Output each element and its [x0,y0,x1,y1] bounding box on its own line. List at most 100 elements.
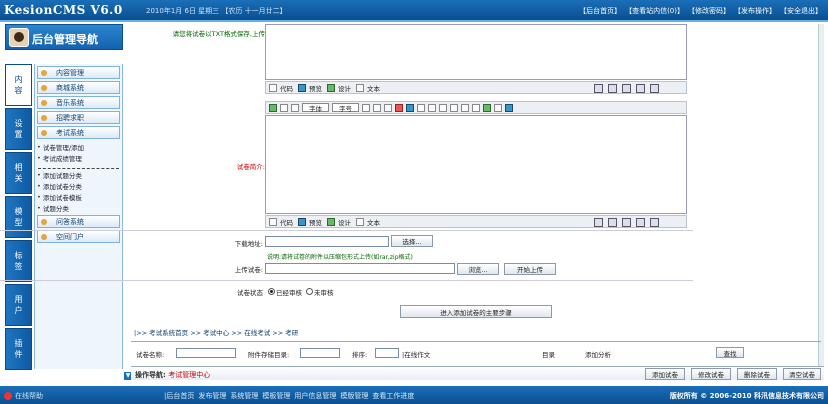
edit-paper-button[interactable]: 修改试卷 [691,368,731,380]
size-select[interactable]: 字号 [332,103,359,113]
file-hint: 请您将试卷以TXT格式保存,上传 [172,30,265,38]
filter-name-label: 试卷名称: [136,351,165,359]
folder-icon [41,84,47,91]
font-color-icon[interactable] [395,103,403,112]
sub-add-paper-cat[interactable]: 添加试卷分类 [35,180,122,191]
sub-paper-manage[interactable]: 试卷管理/添加 [35,141,122,152]
folder-icon [41,69,47,76]
shrink-icon[interactable] [650,84,659,93]
preview-icon[interactable] [298,217,306,226]
logout-link[interactable]: 【安全退出】 [780,6,822,16]
copyright: 版权所有 © 2006-2010 科汛信息技术有限公司 [669,392,824,400]
menu-exam[interactable]: 考试系统 [37,126,120,139]
sub-score-manage[interactable]: 考试成绩管理 [35,152,122,163]
attach-icon[interactable] [608,218,617,227]
menu-space[interactable]: 空间门户 [37,230,120,243]
menu-qa[interactable]: 问答系统 [37,215,120,228]
footer-link[interactable]: |后台首页 [164,391,194,401]
browse-button[interactable]: 浏览... [457,263,499,275]
fullscreen-icon[interactable] [622,84,631,93]
clear-paper-button[interactable]: 清空试卷 [783,368,821,380]
table-icon[interactable] [494,103,502,112]
tab-settings[interactable]: 设置 [5,108,32,150]
text-icon[interactable] [356,83,364,92]
paste-icon[interactable] [269,103,277,112]
footer-link[interactable]: 系统管理 [230,391,258,401]
align-left-icon[interactable] [417,103,425,112]
bg-color-icon[interactable] [406,103,414,112]
row-divider [0,280,693,281]
menu-content[interactable]: 内容管理 [37,66,120,79]
expand-icon[interactable] [636,84,645,93]
footer-link[interactable]: 用户信息管理 [294,391,336,401]
align-right-icon[interactable] [439,103,447,112]
footer-link[interactable]: 发布管理 [198,391,226,401]
tab-content[interactable]: 内容 [5,64,32,106]
sub-add-question-cat[interactable]: 添加试题分类 [35,169,122,180]
change-password-link[interactable]: 【修改密码】 [688,6,730,16]
tab-plugins[interactable]: 插件 [5,328,32,370]
design-icon[interactable] [327,217,335,226]
sub-question-cat[interactable]: 试题分类 [35,202,122,213]
footer-link[interactable]: 模版管理 [340,391,368,401]
shrink-icon[interactable] [650,218,659,227]
link-icon[interactable] [483,103,491,112]
undo-icon[interactable] [280,103,288,112]
status-text: 操作导航: 考试管理中心 [135,371,211,379]
help-link[interactable]: 在线帮助 [4,391,43,401]
bold-icon[interactable] [362,103,370,112]
search-button[interactable]: 查找 [716,347,744,358]
tab-related[interactable]: 相关 [5,152,32,194]
messages-link[interactable]: 【查看站内信(0)】 [625,6,684,16]
underline-icon[interactable] [384,103,392,112]
delete-paper-button[interactable]: 删除试卷 [737,368,777,380]
filter-name-input[interactable] [176,348,236,358]
preview-icon[interactable] [298,83,306,92]
download-input[interactable] [265,236,389,247]
publish-link[interactable]: 【发布操作】 [734,6,776,16]
attach-icon[interactable] [608,84,617,93]
sub-add-template[interactable]: 添加试卷模板 [35,191,122,202]
tab-model[interactable]: 模型 [5,196,32,238]
outdent-icon[interactable] [472,103,480,112]
redo-icon[interactable] [291,103,299,112]
footer-link[interactable]: 查看工作进度 [372,391,414,401]
intro-editor[interactable] [265,115,687,214]
menu-shop[interactable]: 商城系统 [37,81,120,94]
list-icon[interactable] [450,103,458,112]
home-link[interactable]: 【后台首页】 [579,6,621,16]
status-bar: 操作导航: 考试管理中心 添加试卷 修改试卷 删除试卷 清空试卷 [131,366,824,380]
radio-approved[interactable]: 已经审核 [268,287,302,297]
tab-users[interactable]: 用户 [5,284,32,326]
submit-button[interactable]: 进入添加试卷的主要步骤 [400,305,552,318]
media-icon[interactable] [505,103,513,112]
expand-icon[interactable] [636,218,645,227]
download-label: 下载地址: [234,240,263,248]
tab-tags[interactable]: 标签 [5,240,32,282]
upload-button[interactable]: 开始上传 [504,263,556,275]
code-icon[interactable] [269,217,277,226]
text-icon[interactable] [356,217,364,226]
indent-icon[interactable] [461,103,469,112]
scrollbar[interactable] [818,24,824,366]
add-paper-button[interactable]: 添加试卷 [645,368,685,380]
fullscreen-icon[interactable] [622,218,631,227]
italic-icon[interactable] [373,103,381,112]
image-icon[interactable] [594,218,603,227]
top-editor-area[interactable] [265,24,687,80]
code-icon[interactable] [269,83,277,92]
font-select[interactable]: 字体 [302,103,329,113]
footer-link[interactable]: 模板管理 [262,391,290,401]
menu-music[interactable]: 音乐系统 [37,96,120,109]
choose-button[interactable]: 选择... [391,235,433,247]
filter-path-input[interactable] [300,348,340,358]
align-center-icon[interactable] [428,103,436,112]
filter-order-input[interactable] [375,348,399,358]
radio-unapproved[interactable]: 未审核 [306,287,334,297]
footer-bar: 在线帮助 |后台首页 发布管理 系统管理 模板管理 用户信息管理 模版管理 查看… [0,386,828,404]
menu-jobs[interactable]: 招聘求职 [37,111,120,124]
upload-file-input[interactable] [265,263,455,274]
design-icon[interactable] [327,83,335,92]
image-icon[interactable] [594,84,603,93]
avatar-icon [9,28,29,47]
